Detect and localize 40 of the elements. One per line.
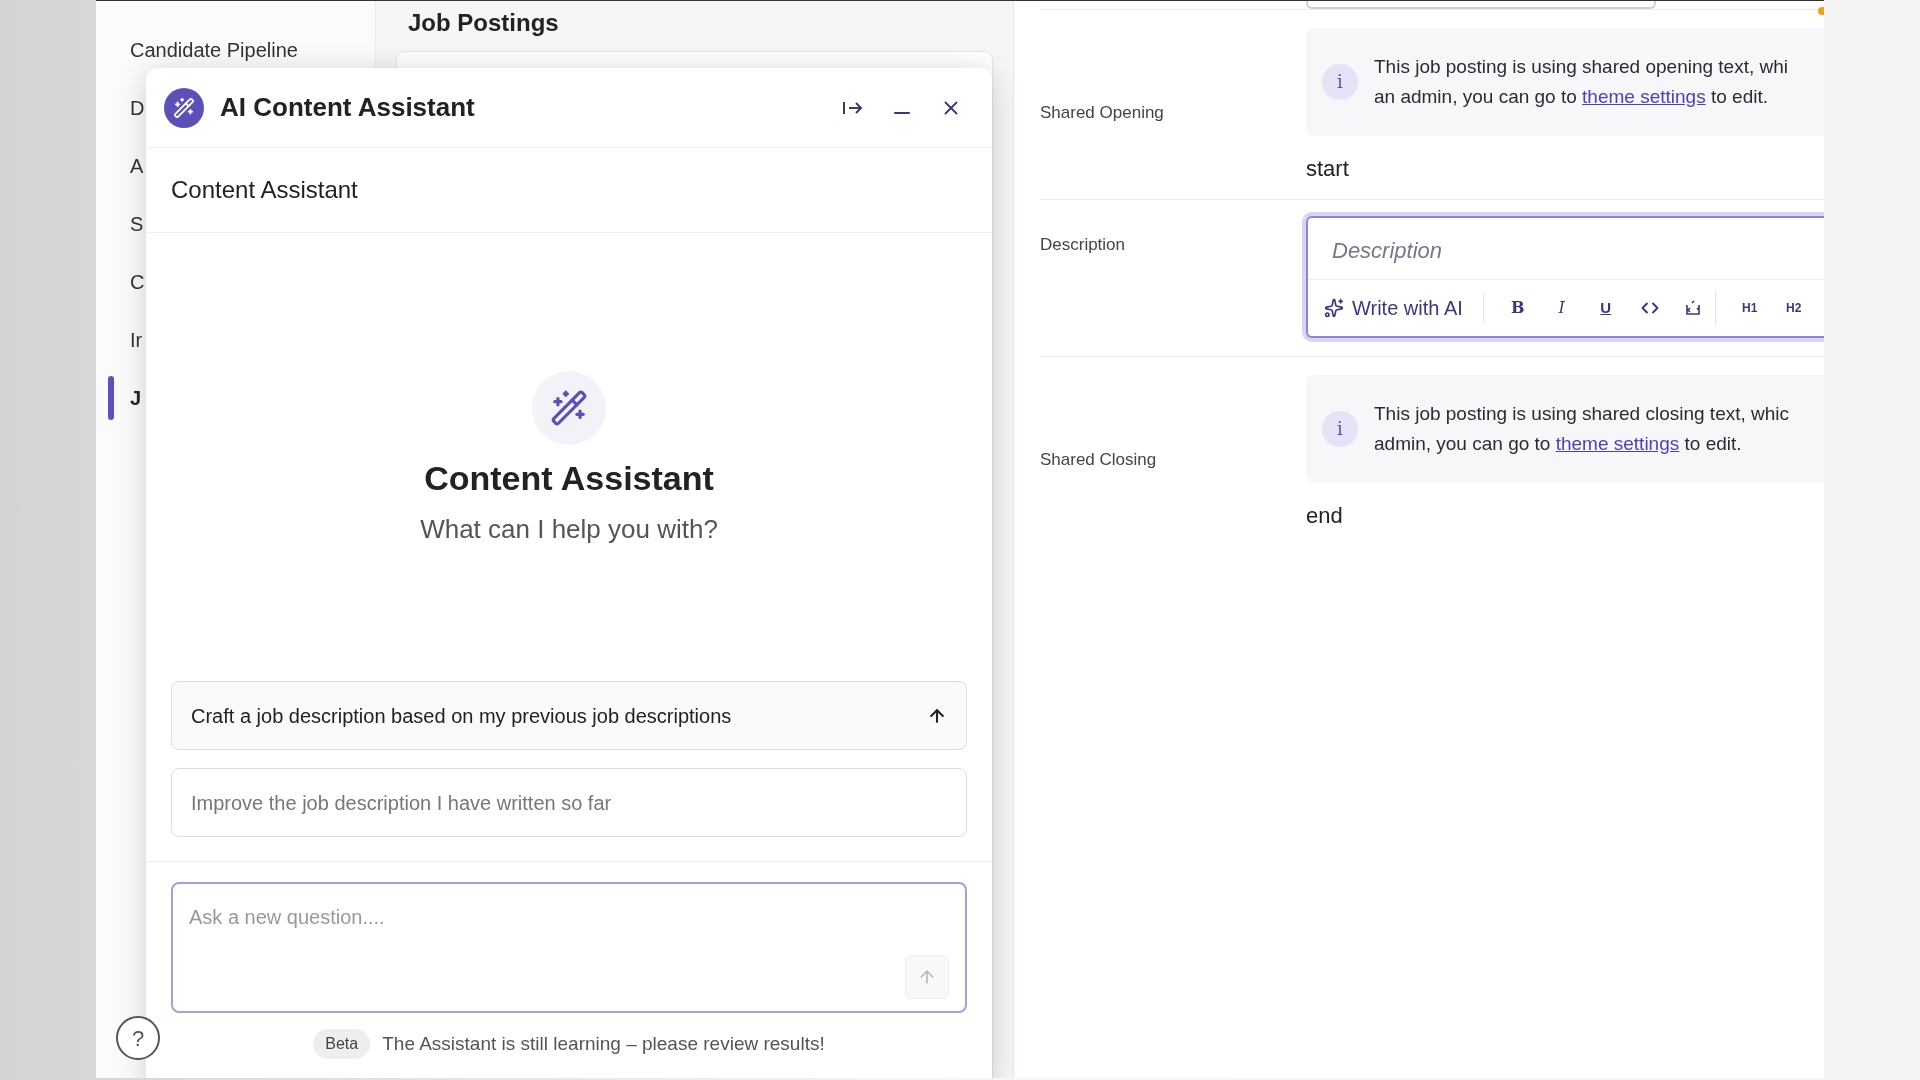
sidebar-item[interactable]: J <box>130 383 142 413</box>
field-value: end <box>1306 502 1344 530</box>
suggestion-button[interactable]: Improve the job description I have written so far <box>171 768 967 837</box>
theme-settings-link[interactable]: theme settings <box>1555 433 1680 454</box>
bold-button[interactable]: B <box>1495 290 1540 326</box>
code-block-icon <box>1684 299 1703 317</box>
beta-badge: Beta <box>313 1029 371 1059</box>
sidebar-item[interactable]: S <box>130 209 144 239</box>
field-value: start <box>1306 155 1350 183</box>
page-heading: Job Postings <box>408 8 560 38</box>
write-with-ai-button[interactable]: Write with AI <box>1324 293 1484 323</box>
sidebar-item[interactable]: Ir <box>130 325 143 355</box>
hero-title: Content Assistant <box>424 458 714 499</box>
question-input[interactable]: Ask a new question.... <box>189 902 949 932</box>
input-field[interactable] <box>1306 1 1656 9</box>
sidebar-item[interactable]: D <box>130 93 145 123</box>
panel-title: AI Content Assistant <box>220 91 475 124</box>
sidebar-item[interactable]: C <box>130 267 145 297</box>
footer-note: The Assistant is still learning – please review results! <box>382 1031 825 1056</box>
panel-subheader: Content Assistant <box>171 175 358 205</box>
dock-icon[interactable] <box>842 99 864 116</box>
notice-text: This job posting is using shared closing text, whic admin, you can go to theme settings to edit. <box>1374 402 1790 456</box>
info-icon: i <box>1322 64 1358 100</box>
hero-subtitle: What can I help you with? <box>420 513 718 546</box>
notice-text: This job posting is using shared opening text, whi an admin, you can go to theme settings to edit. <box>1374 55 1789 109</box>
heading-two-button[interactable]: H2 <box>1771 290 1816 326</box>
sidebar-item[interactable]: Candidate Pipeline <box>130 35 298 65</box>
sparkle-icon <box>1324 298 1344 318</box>
theme-settings-link[interactable]: theme settings <box>1582 86 1706 107</box>
sidebar-item[interactable]: A <box>130 151 144 181</box>
suggestion-button[interactable]: Craft a job description based on my previous job descriptions <box>171 681 967 750</box>
field-label: Shared Opening <box>1040 102 1165 124</box>
description-field[interactable]: Description <box>1308 218 1824 280</box>
field-label: Description <box>1040 234 1127 256</box>
field-label: Shared Closing <box>1040 449 1158 471</box>
heading-one-button[interactable]: H1 <box>1727 290 1772 326</box>
wand-icon <box>164 87 204 128</box>
info-icon: i <box>1322 411 1358 447</box>
italic-button[interactable]: I <box>1539 290 1584 326</box>
underline-button[interactable]: U <box>1583 290 1628 326</box>
